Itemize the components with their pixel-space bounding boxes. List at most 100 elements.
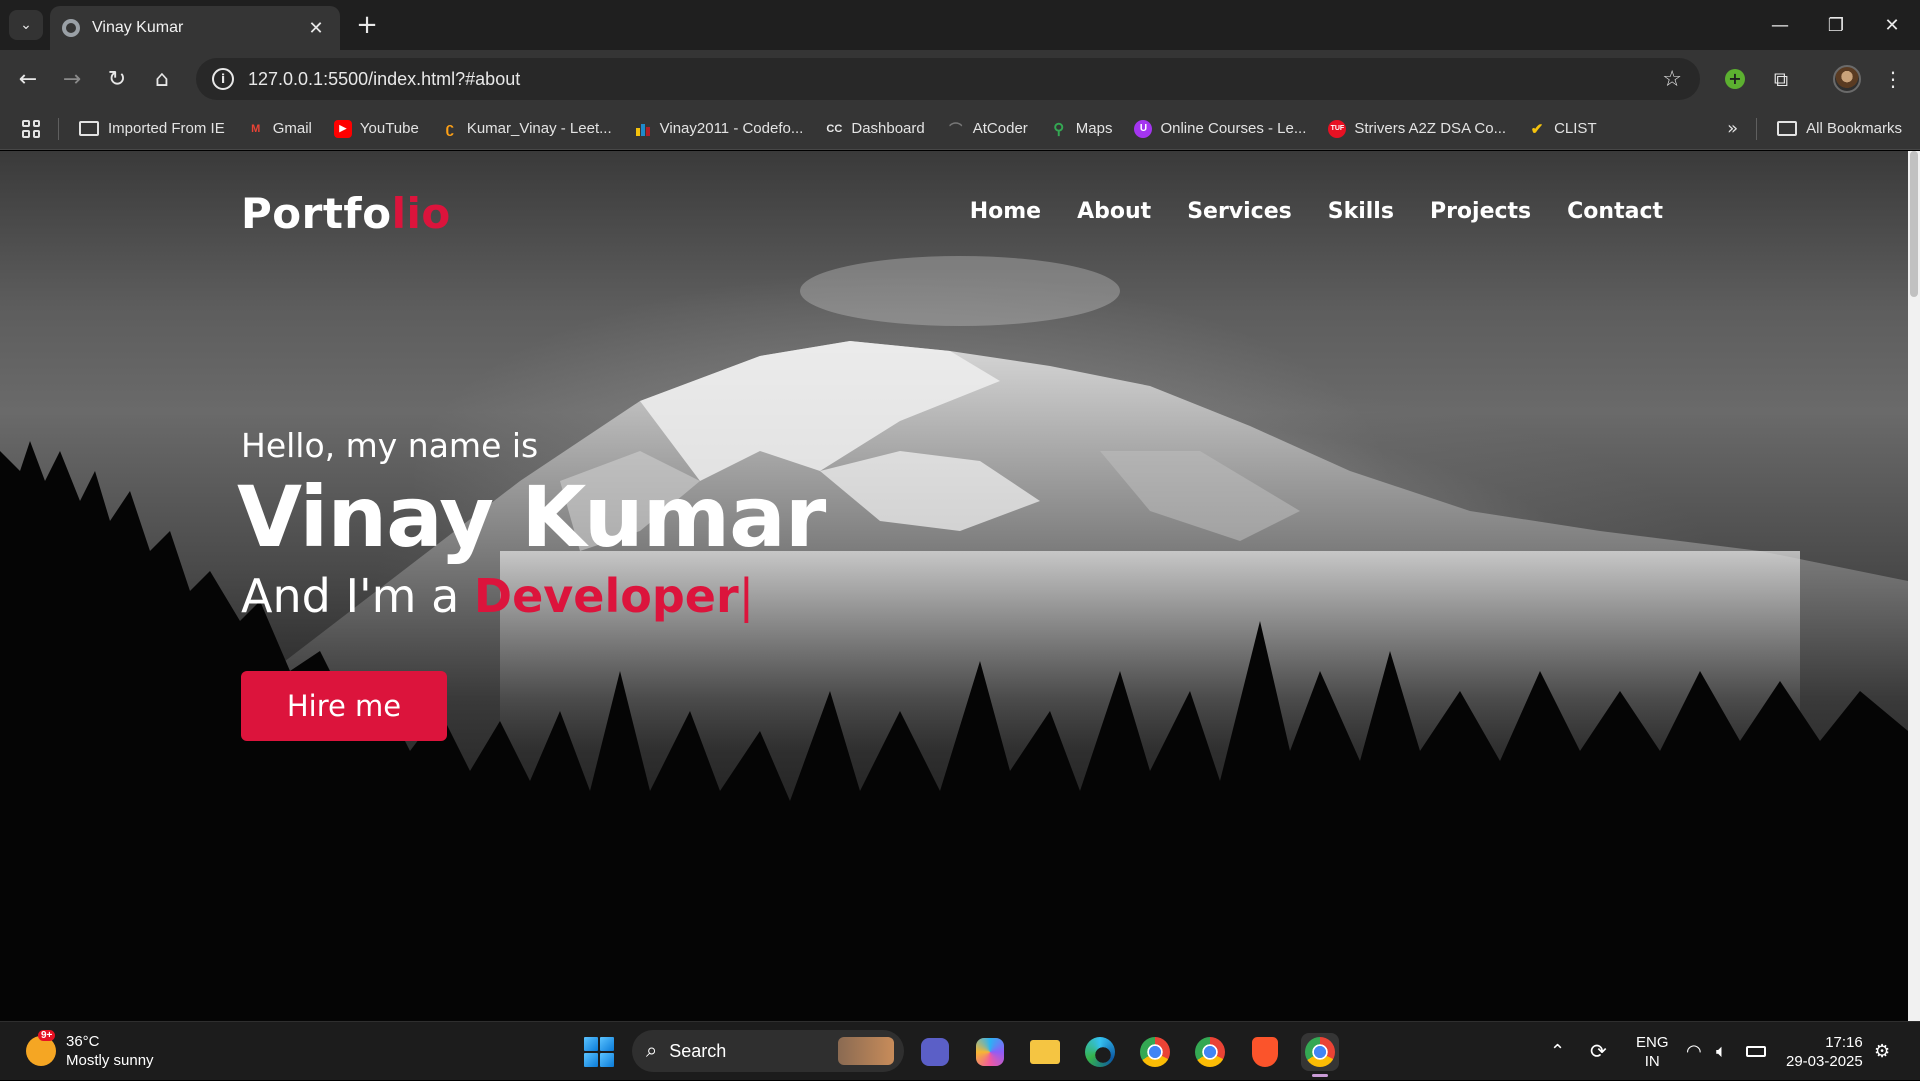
back-arrow-icon[interactable]: ← xyxy=(13,64,43,94)
language-indicator[interactable]: ENG IN xyxy=(1636,1022,1669,1081)
logo-main-text: Portfo xyxy=(241,189,392,238)
browser-toolbar: ← → ↻ ⌂ i 127.0.0.1:5500/index.html?#abo… xyxy=(0,50,1920,108)
bookmark-imported-from-ie[interactable]: Imported From IE xyxy=(79,120,225,137)
clock[interactable]: 17:16 29-03-2025 xyxy=(1786,1022,1863,1081)
bookmarks-bar: Imported From IE M Gmail ▶ YouTube ʗ Kum… xyxy=(0,108,1920,150)
wifi-icon[interactable]: ◠ xyxy=(1686,1022,1702,1081)
logo-accent-text: lio xyxy=(391,189,451,238)
site-info-icon[interactable]: i xyxy=(212,68,234,90)
home-icon[interactable]: ⌂ xyxy=(147,64,177,94)
hero-text: Hello, my name is Vinay Kumar And I'm a … xyxy=(237,426,826,623)
gmail-icon: M xyxy=(251,122,261,135)
clock-time: 17:16 xyxy=(1825,1033,1863,1051)
url-text[interactable]: 127.0.0.1:5500/index.html?#about xyxy=(248,69,1662,90)
bookmark-online-courses[interactable]: U Online Courses - Le... xyxy=(1134,119,1306,138)
udemy-icon: U xyxy=(1134,119,1153,138)
typing-cursor: | xyxy=(738,569,755,623)
hero-name: Vinay Kumar xyxy=(237,468,826,566)
nav-projects[interactable]: Projects xyxy=(1430,199,1531,224)
bookmark-dashboard[interactable]: CC Dashboard xyxy=(825,120,924,138)
search-highlight-image xyxy=(838,1037,894,1065)
close-icon[interactable]: ✕ xyxy=(1864,0,1920,50)
search-placeholder: Search xyxy=(669,1040,727,1061)
bookmark-strivers[interactable]: TUF Strivers A2Z DSA Co... xyxy=(1328,119,1506,138)
brave-icon[interactable] xyxy=(1246,1033,1284,1071)
clock-date: 29-03-2025 xyxy=(1786,1052,1863,1070)
bookmark-leetcode[interactable]: ʗ Kumar_Vinay - Leet... xyxy=(441,120,612,138)
menu-kebab-icon[interactable]: ⋮ xyxy=(1878,64,1908,94)
extensions-puzzle-icon[interactable]: ⧉ xyxy=(1766,64,1796,94)
chrome-icon[interactable] xyxy=(1136,1033,1174,1071)
more-bookmarks-chevron-icon[interactable]: » xyxy=(1727,118,1738,139)
tab-close-icon[interactable]: ✕ xyxy=(304,18,328,39)
weather-widget[interactable]: 9+ 36°C Mostly sunny xyxy=(26,1030,154,1070)
all-bookmarks-folder[interactable]: All Bookmarks xyxy=(1777,120,1902,137)
battery-icon[interactable] xyxy=(1746,1022,1766,1081)
bookmark-youtube[interactable]: ▶ YouTube xyxy=(333,119,419,138)
role-typed-text: Developer xyxy=(473,569,739,623)
bookmark-clist[interactable]: ✔ CLIST xyxy=(1528,120,1597,138)
reload-icon[interactable]: ↻ xyxy=(102,64,132,94)
hire-me-button[interactable]: Hire me xyxy=(241,671,447,741)
edge-icon[interactable] xyxy=(1081,1033,1119,1071)
window-controls: — ❐ ✕ xyxy=(1752,0,1920,50)
globe-icon xyxy=(62,19,80,37)
search-icon: ⌕ xyxy=(646,1039,658,1062)
teams-icon[interactable] xyxy=(916,1033,954,1071)
bookmarks-separator xyxy=(58,117,59,140)
scrollbar-thumb[interactable] xyxy=(1910,151,1918,297)
lang-region: IN xyxy=(1644,1052,1660,1070)
sync-icon[interactable]: ⟳ xyxy=(1590,1022,1607,1081)
profile-avatar[interactable] xyxy=(1832,64,1862,94)
chrome-icon[interactable] xyxy=(1191,1033,1229,1071)
nav-contact[interactable]: Contact xyxy=(1567,199,1663,224)
tab-search-chevron-icon[interactable]: ⌄ xyxy=(9,10,43,40)
maps-icon: ⚲ xyxy=(1053,120,1065,138)
tuf-icon: TUF xyxy=(1328,119,1347,138)
bookmark-atcoder[interactable]: ⌒ AtCoder xyxy=(947,120,1028,138)
bookmark-star-icon[interactable]: ☆ xyxy=(1662,67,1682,92)
notification-bell-icon[interactable]: ⚙ xyxy=(1874,1022,1890,1081)
nav-about[interactable]: About xyxy=(1077,199,1151,224)
clist-icon: ✔ xyxy=(1530,120,1544,138)
nav-skills[interactable]: Skills xyxy=(1328,199,1394,224)
site-logo[interactable]: Portfolio xyxy=(241,189,451,238)
codeforces-icon xyxy=(634,120,652,138)
windows-start-icon[interactable] xyxy=(584,1037,614,1067)
chrome-profile-icon[interactable] xyxy=(1301,1033,1339,1077)
lang-code: ENG xyxy=(1636,1033,1669,1051)
codechef-cc-icon: CC xyxy=(826,122,843,135)
bookmark-maps[interactable]: ⚲ Maps xyxy=(1050,120,1112,138)
tray-chevron-up-icon[interactable]: ⌃ xyxy=(1550,1022,1565,1081)
weather-sun-icon: 9+ xyxy=(26,1030,56,1066)
tab-title: Vinay Kumar xyxy=(92,19,184,36)
extension-green-icon[interactable]: + xyxy=(1720,64,1750,94)
volume-icon[interactable]: 🔈︎ xyxy=(1716,1022,1727,1081)
site-nav: Home About Services Skills Projects Cont… xyxy=(970,199,1663,224)
windows-taskbar: 9+ 36°C Mostly sunny ⌕ Search ⌃ ⟳ ENG IN … xyxy=(0,1021,1920,1080)
weather-desc: Mostly sunny xyxy=(66,1052,154,1069)
bookmarks-separator xyxy=(1756,117,1758,140)
weather-temp: 36°C xyxy=(66,1033,100,1050)
hero-role: And I'm a Developer| xyxy=(241,569,825,623)
copilot-icon[interactable] xyxy=(971,1033,1009,1071)
new-tab-plus-icon[interactable]: + xyxy=(352,10,382,40)
leetcode-icon: ʗ xyxy=(445,120,454,137)
bookmark-codeforces[interactable]: Vinay2011 - Codefo... xyxy=(634,120,803,138)
taskbar-search[interactable]: ⌕ Search xyxy=(632,1030,904,1072)
address-bar[interactable]: i 127.0.0.1:5500/index.html?#about ☆ xyxy=(196,58,1700,100)
hero-greeting: Hello, my name is xyxy=(241,426,539,465)
youtube-icon: ▶ xyxy=(333,119,352,138)
restore-icon[interactable]: ❐ xyxy=(1808,0,1864,50)
page-scrollbar[interactable] xyxy=(1908,151,1920,1021)
forward-arrow-icon[interactable]: → xyxy=(57,64,87,94)
browser-tab-active[interactable]: Vinay Kumar ✕ xyxy=(50,6,340,50)
file-explorer-icon[interactable] xyxy=(1026,1033,1064,1071)
hero-section: Portfolio Home About Services Skills Pro… xyxy=(0,151,1908,1021)
apps-grid-icon[interactable] xyxy=(22,119,40,138)
folder-icon xyxy=(1777,121,1798,136)
nav-home[interactable]: Home xyxy=(970,199,1041,224)
nav-services[interactable]: Services xyxy=(1187,199,1292,224)
minimize-icon[interactable]: — xyxy=(1752,0,1808,50)
bookmark-gmail[interactable]: M Gmail xyxy=(247,120,312,138)
